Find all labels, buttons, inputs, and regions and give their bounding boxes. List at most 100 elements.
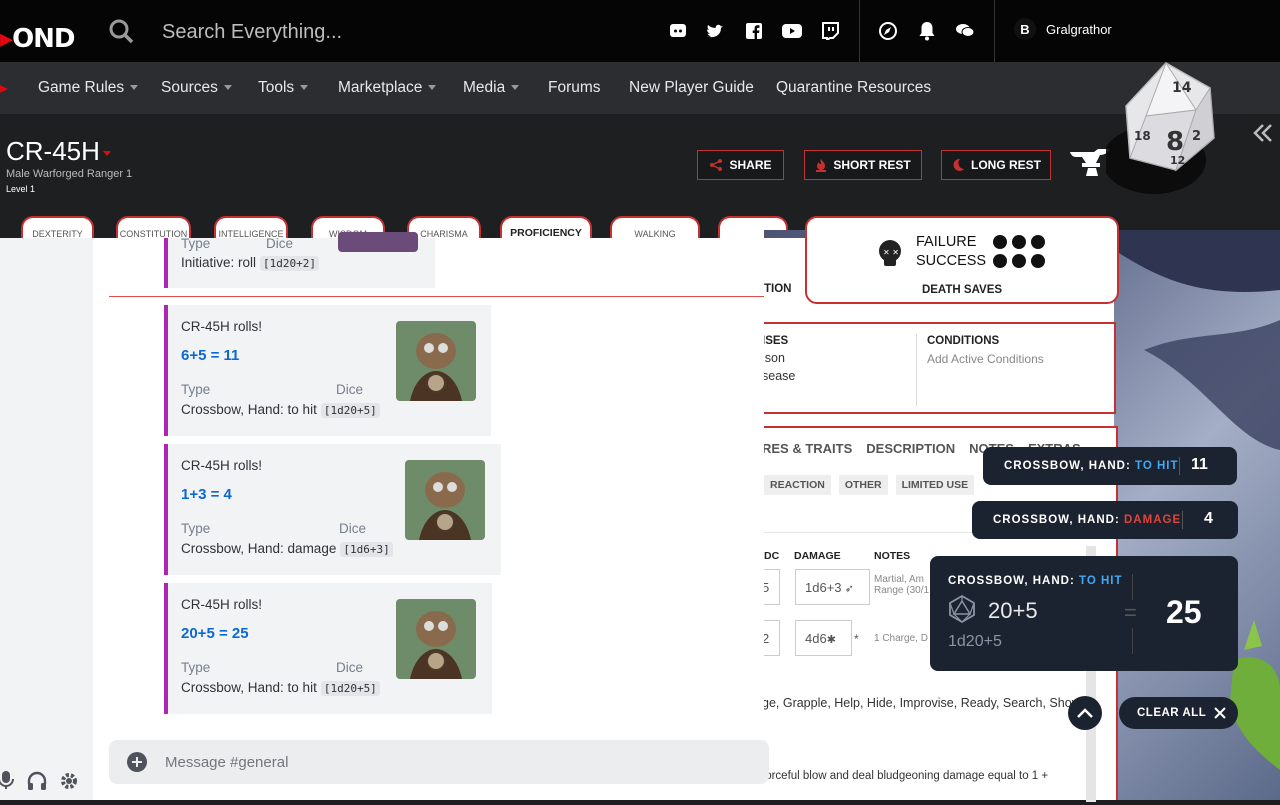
nav-quarantine-resources[interactable]: Quarantine Resources [776, 79, 931, 97]
roll-toast-expanded[interactable]: CROSSBOW, HAND: TO HIT 20+5 1d20+5 = 25 [930, 556, 1238, 671]
chat-message: CR-45H rolls! 1+3 = 4 Type Dice Crossbow… [164, 444, 501, 575]
roll-result: 20+5 = 25 [181, 625, 249, 642]
col-dc: DC [764, 550, 780, 562]
share-button[interactable]: SHARE [697, 150, 784, 180]
settings-gear-icon[interactable] [59, 771, 79, 791]
share-icon [710, 159, 723, 171]
piercing-icon: ➶ [841, 583, 854, 595]
character-subtitle: Male Warforged Ranger 1 [6, 168, 133, 180]
user-avatar: B [1014, 18, 1036, 40]
microphone-icon[interactable] [0, 770, 14, 790]
svg-text:✕ ✕: ✕ ✕ [883, 248, 899, 257]
row2-star: * [854, 632, 859, 646]
top-bar: ▸OND B Gralgrathor [0, 0, 1280, 62]
die-face-12: 12 [1170, 154, 1185, 167]
discord-icon[interactable] [667, 20, 689, 42]
tab-charisma[interactable]: CHARISMA [407, 216, 481, 240]
tab-constitution[interactable]: CONSTITUTION [116, 216, 191, 240]
d20-die-icon[interactable]: 14 8 2 18 12 [1106, 58, 1218, 198]
roll-toast-to-hit[interactable]: CROSSBOW, HAND: TO HIT 11 [983, 447, 1237, 485]
tab-walking[interactable]: WALKING [610, 216, 700, 240]
nav-new-player-guide[interactable]: New Player Guide [629, 79, 754, 97]
dice-label: Dice [336, 660, 364, 675]
message-title: CR-45H rolls! [181, 458, 263, 473]
character-portrait-image [396, 321, 476, 401]
type-label: Type [181, 660, 211, 675]
dice-label: Dice [266, 236, 294, 251]
nav-media[interactable]: Media [463, 79, 520, 97]
roll-description: Crossbow, Hand: damage [1d6+3] [181, 541, 393, 557]
roll-total: 25 [1166, 594, 1202, 630]
filter-other[interactable]: OTHER [838, 475, 888, 495]
site-logo[interactable]: ▸OND [0, 24, 76, 54]
chevron-down-icon [511, 85, 520, 91]
chat-message: CR-45H rolls! 20+5 = 25 Type Dice Crossb… [164, 583, 492, 714]
roll-toast-damage[interactable]: CROSSBOW, HAND: DAMAGE 4 [972, 501, 1238, 539]
poison-icon: ✱ [826, 634, 836, 646]
d20-icon [949, 594, 975, 624]
avatar [338, 232, 418, 252]
chevron-down-icon [300, 85, 309, 91]
clear-all-button[interactable]: CLEAR ALL [1119, 697, 1238, 729]
scroll-up-button[interactable] [1068, 696, 1102, 730]
nav-forums[interactable]: Forums [548, 79, 601, 97]
defense-item: sease [762, 369, 796, 383]
row1-damage-button[interactable]: 1d6+3 ➶ [795, 569, 870, 605]
search-input[interactable] [162, 18, 612, 46]
search-icon[interactable] [108, 18, 134, 44]
failure-pip[interactable] [993, 235, 1007, 249]
nav-tools[interactable]: Tools [258, 79, 309, 97]
failure-pip[interactable] [1012, 235, 1026, 249]
dice-label: Dice [339, 521, 367, 536]
col-notes: NOTES [874, 550, 911, 562]
filter-limited-use[interactable]: LIMITED USE [895, 475, 975, 495]
filter-reaction[interactable]: REACTION [764, 475, 831, 495]
roll-description: Crossbow, Hand: to hit [1d20+5] [181, 680, 380, 696]
character-name[interactable]: CR-45H [6, 136, 111, 167]
roll-result: 1+3 = 4 [181, 486, 232, 503]
section-fragment: TION [764, 283, 792, 295]
failure-label: FAILURE [916, 234, 977, 250]
twitter-icon[interactable] [704, 20, 726, 42]
user-menu[interactable]: B Gralgrathor [1014, 18, 1112, 40]
success-pip[interactable] [993, 254, 1007, 268]
collapse-chevrons-icon[interactable] [1252, 122, 1274, 144]
filter-tabs: REACTION OTHER LIMITED USE [764, 475, 975, 495]
success-pip[interactable] [1031, 254, 1045, 268]
roll-result: 6+5 = 11 [181, 347, 240, 364]
compass-icon[interactable] [877, 20, 899, 42]
roll-breakdown: 20+5 [988, 598, 1038, 623]
nav-marketplace[interactable]: Marketplace [338, 79, 437, 97]
headphones-icon[interactable] [26, 771, 48, 791]
nav-arrow[interactable]: ▸ [0, 79, 8, 98]
failure-pip[interactable] [1031, 235, 1045, 249]
tab-features-traits[interactable]: RES & TRAITS [762, 441, 852, 456]
tab-description[interactable]: DESCRIPTION [866, 441, 955, 456]
bell-icon[interactable] [916, 20, 938, 42]
equals-sign: = [1124, 600, 1138, 625]
message-title: CR-45H rolls! [181, 597, 263, 612]
row2-damage-button[interactable]: 4d6✱ [795, 620, 852, 656]
tab-proficiency[interactable]: PROFICIENCY [500, 216, 592, 240]
add-attachment-icon[interactable] [127, 752, 147, 772]
add-conditions-link[interactable]: Add Active Conditions [927, 352, 1044, 366]
die-face-18: 18 [1134, 129, 1151, 143]
conditions-heading: CONDITIONS [927, 335, 1000, 347]
facebook-icon[interactable] [743, 20, 765, 42]
defenses-heading: ISES [762, 335, 789, 347]
tab-dexterity[interactable]: DEXTERITY [21, 216, 94, 240]
unarmed-strike-text: forceful blow and deal bludgeoning damag… [762, 770, 1049, 782]
skull-icon: ✕ ✕ [879, 240, 901, 266]
nav-sources[interactable]: Sources [161, 79, 232, 97]
success-pip[interactable] [1012, 254, 1026, 268]
youtube-icon[interactable] [781, 20, 803, 42]
chat-bubbles-icon[interactable] [954, 20, 976, 42]
nav-game-rules[interactable]: Game Rules [38, 79, 139, 97]
short-rest-button[interactable]: SHORT REST [804, 150, 922, 180]
character-level: Level 1 [6, 184, 36, 194]
chat-message-partial: Type Dice Initiative: roll [1d20+2] [164, 232, 435, 288]
twitch-icon[interactable] [819, 20, 841, 42]
username: Gralgrathor [1046, 21, 1112, 37]
message-input[interactable] [165, 750, 725, 774]
long-rest-button[interactable]: LONG REST [941, 150, 1051, 180]
